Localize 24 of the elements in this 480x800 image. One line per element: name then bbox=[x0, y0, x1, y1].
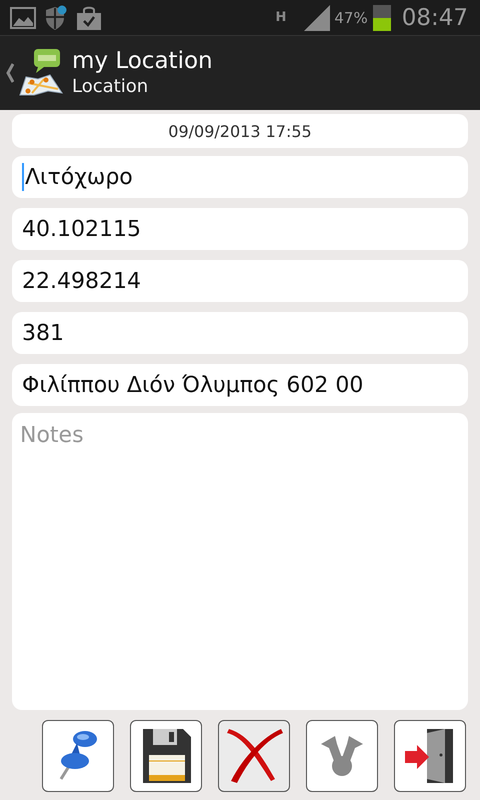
shield-icon bbox=[44, 4, 68, 30]
exit-button[interactable] bbox=[394, 720, 466, 792]
battery-percent: 47% bbox=[334, 8, 368, 26]
back-icon[interactable] bbox=[6, 62, 14, 84]
arrows-icon bbox=[319, 734, 365, 778]
app-title: my Location bbox=[72, 47, 213, 75]
clock: 08:47 bbox=[402, 4, 468, 30]
input-field[interactable]: 40.102115 bbox=[12, 208, 468, 250]
signal-icon bbox=[303, 4, 332, 32]
input-field[interactable]: Φιλίππου Διόν Όλυμπος 602 00 bbox=[12, 364, 468, 406]
input-field[interactable]: 381 bbox=[12, 312, 468, 354]
save-button[interactable] bbox=[130, 720, 202, 792]
network-type: H bbox=[275, 10, 286, 25]
share-button[interactable] bbox=[306, 720, 378, 792]
delete-button[interactable] bbox=[218, 720, 290, 792]
screen-subtitle: Location bbox=[72, 75, 150, 99]
input-field[interactable]: 22.498214 bbox=[12, 260, 468, 302]
date-time-field[interactable]: 09/09/2013 17:55 bbox=[12, 114, 468, 148]
input-field[interactable]: Λιτόχωρο bbox=[12, 156, 468, 198]
shopping-bag-icon bbox=[76, 4, 102, 30]
pin-button[interactable] bbox=[42, 720, 114, 792]
picture-icon bbox=[10, 6, 36, 28]
notes-field[interactable]: Notes bbox=[12, 413, 468, 710]
battery-icon bbox=[372, 4, 391, 30]
